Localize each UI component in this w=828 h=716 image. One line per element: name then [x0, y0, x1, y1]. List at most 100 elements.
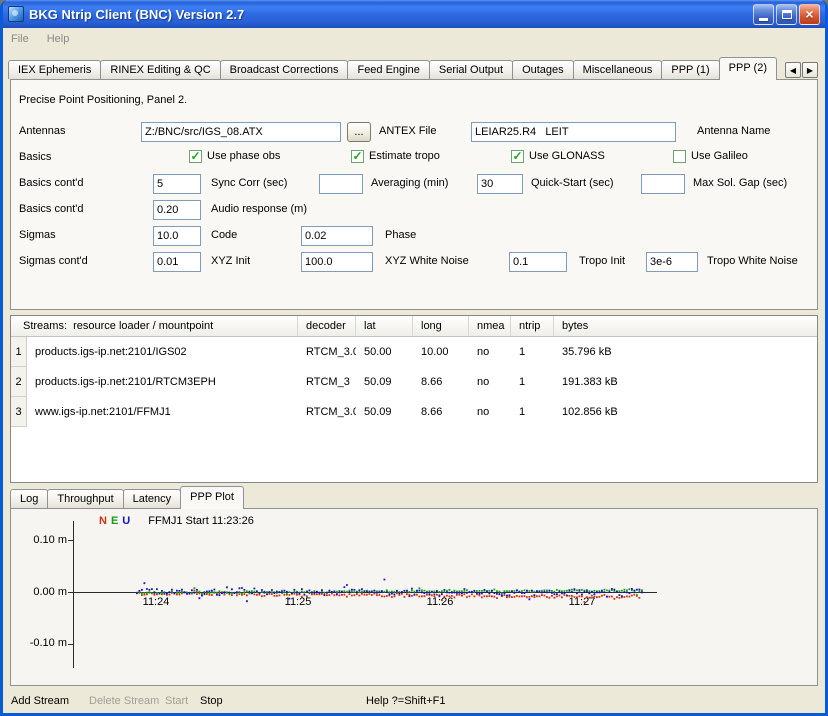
tab-scroll-right-button[interactable]: ▶	[802, 62, 818, 78]
column-header-long[interactable]: long	[413, 316, 469, 336]
browse-antex-button[interactable]: ...	[347, 122, 371, 142]
bnc-window: BKG Ntrip Client (BNC) Version 2.7 × Fil…	[0, 0, 828, 716]
checkbox-icon	[673, 150, 686, 163]
averaging-input[interactable]	[319, 174, 363, 194]
tabstrip: IEX Ephemeris RINEX Editing & QC Broadca…	[8, 56, 777, 80]
checkbox-icon: ✓	[189, 150, 202, 163]
quick-start-input[interactable]	[477, 174, 523, 194]
label-averaging: Averaging (min)	[371, 177, 448, 189]
antennas-path-input[interactable]	[141, 122, 341, 142]
tab-ppp-plot[interactable]: PPP Plot	[180, 486, 244, 509]
label-basics: Basics	[19, 151, 51, 163]
stream-cell: no	[469, 367, 511, 397]
tab-ppp-1[interactable]: PPP (1)	[661, 60, 719, 79]
tropo-white-noise-input[interactable]	[646, 252, 698, 272]
column-header-ntrip[interactable]: ntrip	[511, 316, 554, 336]
max-sol-gap-input[interactable]	[641, 174, 685, 194]
stream-cell: RTCM_3	[298, 367, 356, 397]
use-phase-obs-checkbox[interactable]: ✓ Use phase obs	[189, 149, 280, 163]
label-tropo-init: Tropo Init	[579, 255, 625, 267]
checkbox-icon: ✓	[351, 150, 364, 163]
menu-help[interactable]: Help	[47, 33, 70, 45]
tab-miscellaneous[interactable]: Miscellaneous	[573, 60, 663, 79]
column-header-lat[interactable]: lat	[356, 316, 413, 336]
sync-corr-input[interactable]	[153, 174, 201, 194]
column-header-nmea[interactable]: nmea	[469, 316, 511, 336]
minimize-icon	[759, 18, 768, 21]
maximize-icon	[782, 10, 792, 19]
label-antenna-name: Antenna Name	[697, 125, 770, 137]
antenna-name-input[interactable]	[471, 122, 676, 142]
audio-response-input[interactable]	[153, 200, 201, 220]
tab-rinex-ephemeris[interactable]: IEX Ephemeris	[8, 60, 101, 79]
tab-broadcast-corrections[interactable]: Broadcast Corrections	[220, 60, 349, 79]
tab-rinex-editing-qc[interactable]: RINEX Editing & QC	[100, 60, 220, 79]
stream-cell: no	[469, 397, 511, 427]
tab-throughput[interactable]: Throughput	[47, 489, 123, 508]
tab-log[interactable]: Log	[10, 489, 48, 508]
tab-feed-engine[interactable]: Feed Engine	[347, 60, 429, 79]
sigma-phase-input[interactable]	[301, 226, 373, 246]
start-button[interactable]: Start	[165, 695, 188, 707]
stream-cell: RTCM_3.0	[298, 337, 356, 367]
label-basics-contd-2: Basics cont'd	[19, 203, 83, 215]
stop-button[interactable]: Stop	[200, 695, 223, 707]
label-xyz-white-noise: XYZ White Noise	[385, 255, 469, 267]
column-header-mountpoint[interactable]: Streams: resource loader / mountpoint	[11, 316, 298, 336]
tab-serial-output[interactable]: Serial Output	[429, 60, 513, 79]
close-button[interactable]: ×	[799, 4, 820, 25]
add-stream-button[interactable]: Add Stream	[11, 695, 69, 707]
window-controls: ×	[753, 4, 820, 25]
tab-scroll-left-button[interactable]: ◀	[785, 62, 801, 78]
stream-cell: products.igs-ip.net:2101/IGS02	[27, 337, 298, 367]
use-glonass-checkbox[interactable]: ✓ Use GLONASS	[511, 149, 605, 163]
delete-stream-button[interactable]: Delete Stream	[89, 695, 159, 707]
bottom-tabstrip: Log Throughput Latency PPP Plot	[10, 488, 244, 509]
tab-latency[interactable]: Latency	[123, 489, 182, 508]
ppp-plot-panel: N E U FFMJ1 Start 11:23:26 0.10 m 0.00 m…	[10, 508, 818, 686]
xyz-init-input[interactable]	[153, 252, 201, 272]
tab-ppp-2[interactable]: PPP (2)	[719, 57, 777, 80]
stream-row[interactable]: 1products.igs-ip.net:2101/IGS02RTCM_3.05…	[11, 337, 817, 367]
right-arrow-icon: ▶	[807, 66, 813, 75]
stream-cell: products.igs-ip.net:2101/RTCM3EPH	[27, 367, 298, 397]
ppp2-panel: Precise Point Positioning, Panel 2. Ante…	[10, 79, 818, 310]
stream-cell: 1	[511, 367, 554, 397]
checkbox-label: Use Galileo	[691, 150, 748, 162]
stream-cell: RTCM_3.0	[298, 397, 356, 427]
row-number: 2	[11, 367, 27, 397]
column-header-decoder[interactable]: decoder	[298, 316, 356, 336]
label-max-sol-gap: Max Sol. Gap (sec)	[693, 177, 787, 189]
left-arrow-icon: ◀	[790, 66, 796, 75]
streams-body: 1 products.igs-ip.net:2101/IGS02RTCM_3.05…	[11, 337, 817, 427]
label-sigmas: Sigmas	[19, 229, 56, 241]
column-header-bytes[interactable]: bytes	[554, 316, 817, 336]
row-number: 3	[11, 397, 27, 427]
stream-cell: 1	[511, 337, 554, 367]
close-icon: ×	[805, 7, 813, 21]
estimate-tropo-checkbox[interactable]: ✓ Estimate tropo	[351, 149, 440, 163]
maximize-button[interactable]	[776, 4, 797, 25]
xyz-white-noise-input[interactable]	[301, 252, 373, 272]
stream-cell: 8.66	[413, 397, 469, 427]
client-area: IEX Ephemeris RINEX Editing & QC Broadca…	[3, 50, 825, 713]
window-title: BKG Ntrip Client (BNC) Version 2.7	[29, 7, 753, 22]
stream-row[interactable]: 3www.igs-ip.net:2101/FFMJ1RTCM_3.050.098…	[11, 397, 817, 427]
tab-outages[interactable]: Outages	[512, 60, 574, 79]
streams-header: Streams: resource loader / mountpoint de…	[11, 316, 817, 337]
ppp-scatter	[11, 509, 817, 685]
stream-row[interactable]: 2products.igs-ip.net:2101/RTCM3EPHRTCM_3…	[11, 367, 817, 397]
stream-cell: 50.09	[356, 367, 413, 397]
use-galileo-checkbox[interactable]: Use Galileo	[673, 149, 748, 163]
sigma-code-input[interactable]	[153, 226, 201, 246]
stream-cell: 35.796 kB	[554, 337, 817, 367]
label-sync-corr: Sync Corr (sec)	[211, 177, 287, 189]
menu-file[interactable]: File	[11, 33, 29, 45]
tropo-init-input[interactable]	[509, 252, 567, 272]
label-audio-response: Audio response (m)	[211, 203, 307, 215]
panel-heading: Precise Point Positioning, Panel 2.	[19, 94, 187, 106]
label-antennas: Antennas	[19, 125, 65, 137]
titlebar[interactable]: BKG Ntrip Client (BNC) Version 2.7 ×	[3, 0, 825, 28]
stream-cell: 191.383 kB	[554, 367, 817, 397]
minimize-button[interactable]	[753, 4, 774, 25]
